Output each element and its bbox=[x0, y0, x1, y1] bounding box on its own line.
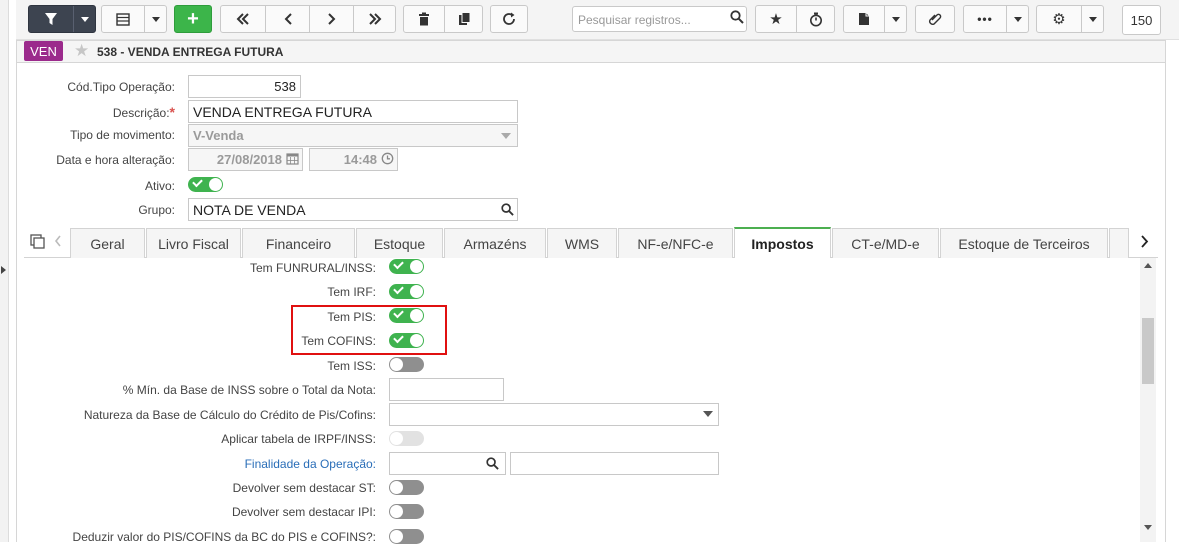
report-button-group[interactable] bbox=[843, 5, 907, 33]
add-record-button[interactable]: + bbox=[174, 5, 212, 33]
tab-overflow bbox=[1109, 228, 1129, 258]
cod-tipo-operacao-input[interactable]: 538 bbox=[188, 75, 301, 98]
more-options-group[interactable]: ••• bbox=[963, 5, 1029, 33]
tabs-scroll-right-icon[interactable] bbox=[1140, 235, 1149, 251]
natureza-caret-icon bbox=[703, 411, 713, 417]
settings-button-group[interactable]: ⚙ bbox=[1036, 5, 1104, 33]
tab-estoque[interactable]: Estoque bbox=[356, 228, 443, 258]
tipo-movimento-caret-icon bbox=[501, 133, 511, 139]
finalidade-search-icon[interactable] bbox=[486, 457, 499, 473]
previous-record-icon[interactable] bbox=[265, 6, 309, 32]
star-favorite-icon[interactable]: ★ bbox=[756, 6, 796, 32]
tab-impostos[interactable]: Impostos bbox=[734, 227, 831, 258]
refresh-icon bbox=[503, 12, 515, 25]
tab-nfe-nfce[interactable]: NF-e/NFC-e bbox=[618, 228, 733, 258]
trash-icon[interactable] bbox=[404, 6, 444, 32]
scroll-down-arrow-icon[interactable] bbox=[1144, 525, 1152, 530]
finalidade-link[interactable]: Finalidade da Operação: bbox=[245, 457, 376, 471]
min-base-inss-input[interactable] bbox=[389, 378, 504, 401]
tabs-menu-icon[interactable] bbox=[30, 234, 45, 252]
descricao-input[interactable]: VENDA ENTREGA FUTURA bbox=[188, 100, 518, 123]
cod-label: Cód.Tipo Operação: bbox=[67, 80, 175, 94]
min-base-inss-label: % Mín. da Base de INSS sobre o Total da … bbox=[122, 383, 376, 397]
filter-dropdown-caret[interactable] bbox=[73, 6, 96, 32]
toolbar: + Pesquisar registros... ★ ••• ⚙ bbox=[16, 0, 1179, 40]
stopwatch-icon[interactable] bbox=[796, 6, 835, 32]
ativo-toggle[interactable] bbox=[188, 176, 223, 192]
tabs-scroll-left-icon[interactable] bbox=[54, 235, 62, 250]
clock-icon bbox=[381, 152, 394, 168]
tab-livro-fiscal[interactable]: Livro Fiscal bbox=[146, 228, 241, 258]
refresh-button[interactable] bbox=[490, 5, 528, 33]
ativo-label: Ativo: bbox=[144, 179, 175, 193]
grupo-label: Grupo: bbox=[138, 203, 175, 217]
funrural-label: Tem FUNRURAL/INSS: bbox=[249, 261, 376, 275]
star-icon[interactable]: ★ bbox=[74, 41, 89, 61]
plus-icon: + bbox=[187, 7, 199, 30]
irpf-label: Aplicar tabela de IRPF/INSS: bbox=[221, 432, 376, 446]
filter-button-group[interactable] bbox=[28, 5, 96, 33]
next-record-icon[interactable] bbox=[309, 6, 353, 32]
favorites-timer-group[interactable]: ★ bbox=[755, 5, 835, 33]
descricao-label: Descrição:* bbox=[112, 104, 175, 120]
tab-cte-mde[interactable]: CT-e/MD-e bbox=[832, 228, 939, 258]
calendar-icon bbox=[286, 152, 299, 168]
grupo-input[interactable]: NOTA DE VENDA bbox=[188, 198, 518, 221]
required-asterisk: * bbox=[169, 104, 175, 120]
gear-icon[interactable]: ⚙ bbox=[1037, 6, 1081, 32]
more-dropdown-caret[interactable] bbox=[1006, 6, 1029, 32]
first-record-icon[interactable] bbox=[221, 6, 265, 32]
iss-toggle[interactable] bbox=[389, 357, 424, 372]
module-badge: VEN bbox=[24, 41, 63, 61]
settings-dropdown-caret[interactable] bbox=[1081, 6, 1104, 32]
funrural-toggle[interactable] bbox=[389, 258, 424, 274]
finalidade-description-input[interactable] bbox=[510, 452, 719, 475]
data-hora-label: Data e hora alteração: bbox=[56, 153, 175, 167]
page-size-input[interactable]: 150 bbox=[1122, 5, 1161, 35]
scrollbar-thumb[interactable] bbox=[1142, 318, 1154, 384]
expand-arrow-icon[interactable] bbox=[1, 266, 6, 274]
report-file-icon[interactable] bbox=[844, 6, 884, 32]
devolver-st-toggle[interactable] bbox=[389, 480, 424, 495]
grid-dropdown-caret[interactable] bbox=[144, 6, 167, 32]
tab-geral[interactable]: Geral bbox=[70, 228, 145, 258]
last-record-icon[interactable] bbox=[353, 6, 396, 32]
highlight-box bbox=[291, 305, 447, 355]
tab-financeiro[interactable]: Financeiro bbox=[242, 228, 355, 258]
grid-list-icon[interactable] bbox=[102, 6, 144, 32]
more-dots-icon[interactable]: ••• bbox=[964, 6, 1006, 32]
record-title: 538 - VENDA ENTREGA FUTURA bbox=[97, 45, 284, 59]
paperclip-icon bbox=[929, 13, 942, 25]
search-input[interactable]: Pesquisar registros... bbox=[572, 6, 747, 32]
attachment-button[interactable] bbox=[915, 5, 955, 33]
natureza-label: Natureza da Base de Cálculo do Crédito d… bbox=[83, 408, 376, 422]
tipo-movimento-select: V-Venda bbox=[188, 124, 518, 147]
iss-label: Tem ISS: bbox=[327, 359, 376, 373]
tab-armazens[interactable]: Armazéns bbox=[444, 228, 546, 258]
record-actions-group[interactable] bbox=[403, 5, 483, 33]
irpf-toggle bbox=[389, 431, 424, 446]
navigation-button-group[interactable] bbox=[220, 5, 396, 33]
devolver-ipi-toggle[interactable] bbox=[389, 504, 424, 519]
scroll-up-arrow-icon[interactable] bbox=[1144, 263, 1152, 268]
filter-icon[interactable] bbox=[29, 6, 73, 32]
search-icon[interactable] bbox=[730, 10, 744, 27]
copy-icon[interactable] bbox=[444, 6, 483, 32]
grid-view-button-group[interactable] bbox=[101, 5, 167, 33]
vertical-scrollbar[interactable] bbox=[1140, 258, 1156, 542]
devolver-st-label: Devolver sem destacar ST: bbox=[232, 481, 376, 495]
tipo-movimento-label: Tipo de movimento: bbox=[70, 128, 175, 142]
devolver-ipi-label: Devolver sem destacar IPI: bbox=[231, 505, 376, 519]
irf-toggle[interactable] bbox=[389, 283, 424, 299]
tab-estoque-terceiros[interactable]: Estoque de Terceiros bbox=[940, 228, 1108, 258]
grupo-search-icon[interactable] bbox=[501, 203, 514, 219]
irf-label: Tem IRF: bbox=[327, 285, 376, 299]
report-dropdown-caret[interactable] bbox=[884, 6, 907, 32]
natureza-select[interactable] bbox=[389, 403, 719, 426]
tab-wms[interactable]: WMS bbox=[547, 228, 617, 258]
